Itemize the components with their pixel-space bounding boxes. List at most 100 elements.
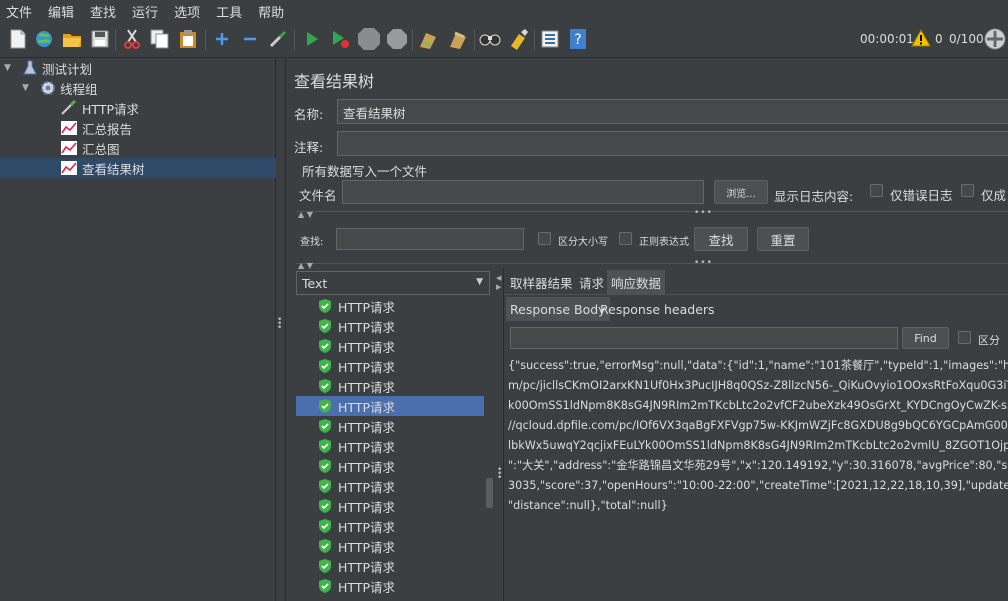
menu-edit[interactable]: 编辑	[46, 2, 76, 21]
templates-icon[interactable]	[32, 27, 56, 51]
case-sensitive-checkbox[interactable]	[538, 232, 551, 245]
success-shield-icon	[319, 499, 331, 513]
tree-item-http-request[interactable]: HTTP请求	[60, 98, 276, 118]
menu-tools[interactable]: 工具	[214, 2, 244, 21]
expand-icon[interactable]	[210, 27, 234, 51]
result-item[interactable]: HTTP请求	[296, 316, 484, 336]
cut-icon[interactable]	[120, 27, 144, 51]
help-icon[interactable]: ?	[566, 27, 590, 51]
tree-item-label: 汇总图	[82, 141, 120, 157]
success-shield-icon	[319, 419, 331, 433]
result-item-label: HTTP请求	[338, 319, 395, 335]
collapse-arrows-icon[interactable]: ▲ ▼	[298, 210, 313, 219]
results-scrollbar[interactable]	[486, 478, 493, 508]
result-item[interactable]: HTTP请求	[296, 296, 484, 316]
browse-button[interactable]: 浏览...	[714, 180, 768, 204]
start-icon[interactable]	[300, 27, 324, 51]
log-content-label: 显示日志内容:	[774, 189, 854, 204]
reset-search-icon[interactable]	[506, 27, 530, 51]
tree-item-label: 汇总报告	[82, 121, 133, 137]
tree-item-summary-graph[interactable]: 汇总图	[60, 138, 276, 158]
chevron-down-icon[interactable]: ▼	[22, 83, 40, 93]
clear-all-icon[interactable]	[446, 27, 470, 51]
tab-response-headers[interactable]: Response headers	[596, 297, 719, 321]
success-shield-icon	[319, 559, 331, 573]
result-item[interactable]: HTTP请求	[296, 476, 484, 496]
results-tree-panel: 查看结果树 名称: 查看结果树 注释: 所有数据写入一个文件 文件名 浏览...…	[286, 58, 1008, 601]
result-item[interactable]: HTTP请求	[296, 376, 484, 396]
response-find-button[interactable]: Find	[902, 327, 949, 349]
tree-item-test-plan[interactable]: ▼ 测试计划	[4, 58, 276, 78]
new-icon[interactable]	[6, 27, 30, 51]
save-icon[interactable]	[88, 27, 112, 51]
result-item-label: HTTP请求	[338, 519, 395, 535]
filename-input[interactable]	[342, 180, 704, 204]
renderer-select[interactable]: Text ▼	[296, 271, 490, 295]
tree-item-summary-report[interactable]: 汇总报告	[60, 118, 276, 138]
result-item[interactable]: HTTP请求	[296, 576, 484, 596]
result-item[interactable]: HTTP请求	[296, 416, 484, 436]
filename-label: 文件名	[299, 188, 337, 203]
panel-title: 查看结果树	[294, 72, 375, 91]
name-field[interactable]: 查看结果树	[337, 99, 1008, 124]
errors-only-checkbox[interactable]	[870, 184, 883, 197]
tab-sampler-result[interactable]: 取样器结果	[506, 270, 577, 294]
search-icon[interactable]	[478, 27, 502, 51]
regex-label: 正则表达式	[639, 237, 689, 248]
success-shield-icon	[319, 359, 331, 373]
regex-checkbox[interactable]	[619, 232, 632, 245]
success-only-checkbox[interactable]	[961, 184, 974, 197]
find-button[interactable]: 查找	[694, 227, 748, 251]
function-helper-icon[interactable]	[538, 27, 562, 51]
response-body[interactable]: {"success":true,"errorMsg":null,"data":{…	[504, 354, 1008, 601]
tab-request[interactable]: 请求	[575, 270, 608, 294]
result-item[interactable]: HTTP请求	[296, 396, 484, 416]
response-search-input[interactable]	[510, 327, 898, 349]
details-splitter[interactable]: ◀ ▶ • • •	[496, 268, 504, 601]
toggle-icon[interactable]	[266, 27, 290, 51]
success-shield-icon	[319, 479, 331, 493]
menu-help[interactable]: 帮助	[256, 2, 286, 21]
warning-icon[interactable]	[911, 28, 931, 50]
result-item-label: HTTP请求	[338, 499, 395, 515]
menu-run[interactable]: 运行	[130, 2, 160, 21]
paste-icon[interactable]	[176, 27, 200, 51]
copy-icon[interactable]	[148, 27, 172, 51]
menu-search[interactable]: 查找	[88, 2, 118, 21]
result-item[interactable]: HTTP请求	[296, 516, 484, 536]
collapse-arrows-icon[interactable]: ▲ ▼	[298, 261, 313, 270]
chevron-down-icon[interactable]: ▼	[4, 63, 22, 73]
tree-item-view-results-tree[interactable]: 查看结果树	[0, 158, 276, 178]
result-item[interactable]: HTTP请求	[296, 536, 484, 556]
success-shield-icon	[319, 539, 331, 553]
result-item[interactable]: HTTP请求	[296, 356, 484, 376]
tree-item-thread-group[interactable]: ▼ 线程组	[22, 78, 276, 98]
result-item[interactable]: HTTP请求	[296, 556, 484, 576]
drag-handle-icon[interactable]: •••	[694, 258, 713, 268]
menu-file[interactable]: 文件	[4, 2, 34, 21]
stop-icon[interactable]	[356, 27, 382, 51]
panel-splitter[interactable]: • • •	[276, 58, 286, 601]
result-item[interactable]: HTTP请求	[296, 336, 484, 356]
start-no-pause-icon[interactable]	[328, 27, 352, 51]
collapse-icon[interactable]	[238, 27, 262, 51]
splitter-grip-icon[interactable]: • • •	[277, 316, 282, 333]
shutdown-icon[interactable]	[384, 27, 410, 51]
clear-icon[interactable]	[416, 27, 440, 51]
comment-field[interactable]	[337, 131, 1008, 156]
drag-handle-icon[interactable]: •••	[694, 208, 713, 218]
result-item[interactable]: HTTP请求	[296, 456, 484, 476]
result-item-label: HTTP请求	[338, 299, 395, 315]
search-input[interactable]	[336, 228, 524, 250]
tab-response-data[interactable]: 响应数据	[607, 270, 666, 294]
response-case-checkbox[interactable]	[958, 331, 971, 344]
remote-icon[interactable]	[984, 28, 1006, 53]
open-icon[interactable]	[60, 27, 84, 51]
reset-button[interactable]: 重置	[757, 227, 809, 251]
tab-response-body[interactable]: Response Body	[506, 297, 610, 321]
result-item[interactable]: HTTP请求	[296, 496, 484, 516]
result-item[interactable]: HTTP请求	[296, 436, 484, 456]
menu-options[interactable]: 选项	[172, 2, 202, 21]
success-only-label: 仅成	[981, 188, 1007, 203]
tree-item-label: 线程组	[60, 81, 98, 97]
